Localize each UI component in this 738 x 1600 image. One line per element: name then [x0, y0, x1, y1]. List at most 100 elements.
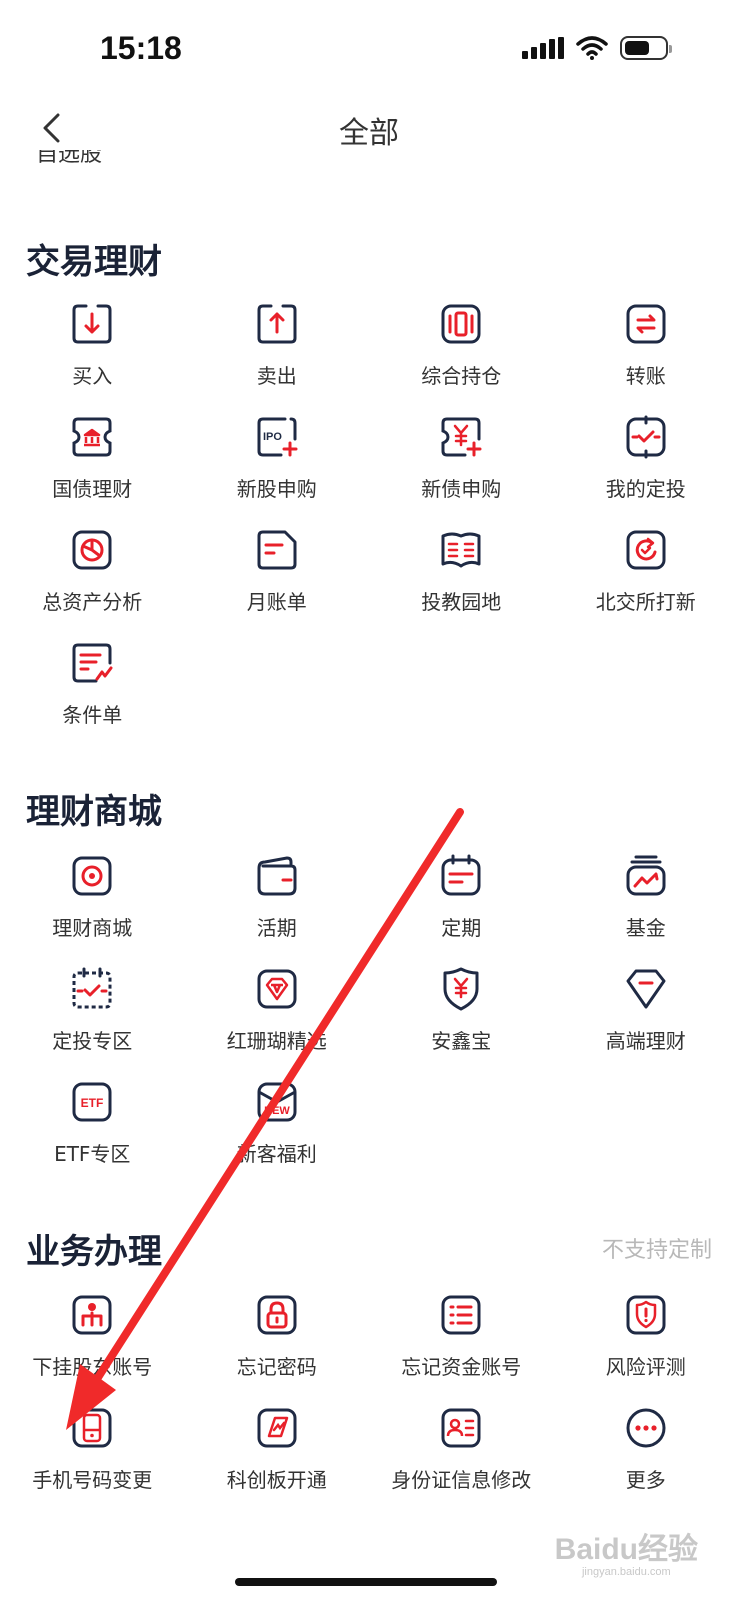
grid-item-sell[interactable]: 卖出	[185, 298, 370, 411]
grid-item-monthly-bill[interactable]: 月账单	[185, 524, 370, 637]
item-label: 月账单	[246, 590, 307, 614]
grid-item-fund[interactable]: 基金	[554, 850, 738, 963]
item-label: 手机号码变更	[32, 1468, 153, 1492]
grid-item-risk-assessment[interactable]: 风险评测	[554, 1289, 738, 1402]
buy-icon	[72, 304, 112, 344]
section-note: 不支持定制	[601, 1238, 712, 1263]
asset-analysis-icon	[72, 530, 112, 570]
item-label: 投教园地	[421, 590, 502, 614]
status-icons	[522, 36, 672, 60]
item-label: 下挂股东账号	[32, 1355, 153, 1379]
grid-item-shareholder-account[interactable]: 下挂股东账号	[0, 1289, 185, 1402]
grid-business: 下挂股东账号 忘记密码 忘记资金账号 风险评测 手机号码变更 科创板开通 身份证…	[0, 1289, 738, 1515]
gem-icon	[257, 969, 297, 1009]
fixed-invest-icon	[626, 415, 666, 459]
svg-text:IPO: IPO	[263, 431, 282, 443]
holdings-icon	[441, 304, 481, 344]
grid-item-holdings[interactable]: 综合持仓	[369, 298, 554, 411]
grid-item-ipo[interactable]: IPO 新股申购	[185, 411, 370, 524]
grid-item-anxinbao[interactable]: 安鑫宝	[369, 963, 554, 1076]
grid-trading: 买入 卖出 综合持仓 转账 国债理财 IPO 新股申购 新债申购 我的定投 总资…	[0, 298, 738, 750]
item-label: 综合持仓	[421, 364, 502, 388]
grid-item-education[interactable]: 投教园地	[369, 524, 554, 637]
item-label: 风险评测	[605, 1355, 686, 1379]
more-icon	[626, 1408, 666, 1448]
item-label: ETF专区	[54, 1142, 131, 1166]
item-label: 转账	[625, 364, 666, 388]
page-title: 全部	[339, 116, 399, 151]
partial-scrolled-text: 自选股	[36, 150, 103, 167]
conditional-order-icon	[72, 643, 113, 683]
star-board-icon	[257, 1408, 297, 1448]
item-label: 条件单	[62, 703, 123, 727]
grid-item-wallet[interactable]: 活期	[185, 850, 370, 963]
item-label: 国债理财	[52, 477, 133, 501]
grid-item-fixed-invest[interactable]: 我的定投	[554, 411, 738, 524]
item-label: 基金	[625, 916, 666, 940]
item-label: 定期	[441, 916, 482, 940]
bse-ipo-icon	[626, 530, 666, 570]
grid-item-bond[interactable]: 国债理财	[0, 411, 185, 524]
grid-item-id-card-update[interactable]: 身份证信息修改	[369, 1402, 554, 1515]
item-label: 北交所打新	[595, 590, 696, 614]
item-label: 身份证信息修改	[391, 1468, 532, 1492]
battery-icon	[620, 36, 672, 60]
item-label: 活期	[256, 916, 297, 940]
item-label: 更多	[625, 1468, 666, 1492]
grid-item-bse-ipo[interactable]: 北交所打新	[554, 524, 738, 637]
shareholder-icon	[72, 1295, 112, 1335]
etf-badge-text: ETF	[81, 1096, 104, 1110]
ipo-icon: IPO	[257, 417, 298, 457]
new-bond-icon	[441, 417, 482, 457]
grid-item-coral-select[interactable]: 红珊瑚精选	[185, 963, 370, 1076]
grid-item-high-end[interactable]: 高端理财	[554, 963, 738, 1076]
item-label: 红珊瑚精选	[226, 1029, 327, 1053]
education-icon	[441, 532, 481, 568]
status-time: 15:18	[100, 30, 182, 66]
item-label: 我的定投	[605, 477, 686, 501]
item-label: 高端理财	[605, 1029, 686, 1053]
section-title: 业务办理	[26, 1232, 162, 1272]
sell-icon	[257, 304, 297, 344]
calendar-check-icon	[72, 967, 112, 1009]
grid-item-more[interactable]: 更多	[554, 1402, 738, 1515]
etf-icon: ETF	[72, 1082, 112, 1122]
item-label: 新股申购	[236, 477, 317, 501]
item-label: 新客福利	[236, 1142, 317, 1166]
id-card-icon	[441, 1408, 481, 1448]
grid-item-forgot-fund-account[interactable]: 忘记资金账号	[369, 1289, 554, 1402]
transfer-icon	[626, 304, 666, 344]
item-label: 理财商城	[52, 916, 133, 940]
grid-item-conditional-order[interactable]: 条件单	[0, 637, 185, 750]
risk-shield-icon	[626, 1295, 666, 1335]
nav-bar: 全部	[0, 100, 738, 156]
grid-wealth-mall: 理财商城 活期 定期 基金 定投专区 红珊瑚精选 安鑫宝 高端理财 ETF ET…	[0, 850, 738, 1189]
grid-item-phone-change[interactable]: 手机号码变更	[0, 1402, 185, 1515]
grid-item-transfer[interactable]: 转账	[554, 298, 738, 411]
grid-item-asset-analysis[interactable]: 总资产分析	[0, 524, 185, 637]
item-label: 科创板开通	[226, 1468, 327, 1492]
bond-icon	[72, 417, 112, 457]
wifi-icon	[576, 36, 608, 60]
section-title: 交易理财	[26, 242, 162, 282]
grid-item-star-market[interactable]: 科创板开通	[185, 1402, 370, 1515]
new-customer-icon: NEW	[257, 1082, 297, 1122]
lock-icon	[257, 1295, 297, 1335]
monthly-bill-icon	[257, 530, 297, 570]
grid-item-mall[interactable]: 理财商城	[0, 850, 185, 963]
phone-icon	[72, 1408, 112, 1448]
grid-item-buy[interactable]: 买入	[0, 298, 185, 411]
home-indicator	[235, 1578, 497, 1586]
grid-item-invest-zone[interactable]: 定投专区	[0, 963, 185, 1076]
grid-item-forgot-password[interactable]: 忘记密码	[185, 1289, 370, 1402]
grid-item-new-bond[interactable]: 新债申购	[369, 411, 554, 524]
item-label: 忘记资金账号	[401, 1355, 522, 1379]
grid-item-new-customer[interactable]: NEW 新客福利	[185, 1076, 370, 1189]
item-label: 安鑫宝	[431, 1029, 492, 1053]
new-badge-text: NEW	[264, 1105, 290, 1117]
item-label: 忘记密码	[236, 1355, 317, 1379]
grid-item-term-deposit[interactable]: 定期	[369, 850, 554, 963]
list-icon	[441, 1295, 481, 1335]
grid-item-etf-zone[interactable]: ETF ETF专区	[0, 1076, 185, 1189]
diamond-icon	[626, 969, 666, 1009]
